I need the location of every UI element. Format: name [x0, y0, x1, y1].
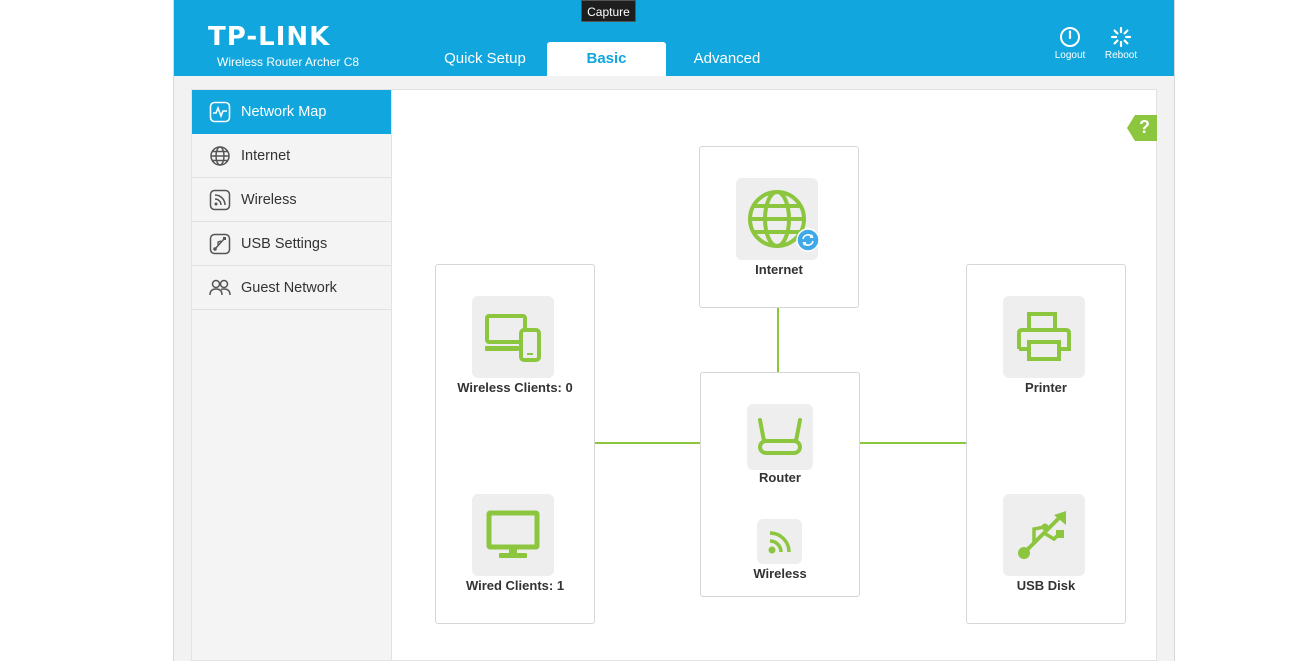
- wired-clients-tile[interactable]: [472, 494, 554, 576]
- connector-router-usb: [860, 442, 966, 444]
- sidebar-item-guest-network[interactable]: Guest Network: [192, 266, 391, 310]
- refresh-icon: [796, 228, 820, 252]
- sidebar: Network Map Internet Wireless USB Settin…: [191, 89, 392, 661]
- internet-label: Internet: [755, 262, 803, 277]
- capture-tooltip: Capture: [581, 0, 636, 22]
- power-icon: [1060, 27, 1080, 47]
- sidebar-item-label: USB Settings: [241, 235, 328, 252]
- connector-internet-router: [777, 307, 779, 372]
- sidebar-item-label: Guest Network: [241, 279, 337, 296]
- sidebar-item-label: Network Map: [241, 104, 327, 120]
- tab-basic[interactable]: Basic: [547, 42, 666, 76]
- wireless-clients-label: Wireless Clients: 0: [457, 380, 573, 395]
- reboot-icon: [1110, 26, 1132, 48]
- usb-icon: [1018, 511, 1066, 559]
- router-tile[interactable]: [747, 404, 813, 470]
- devices-icon: [485, 314, 541, 362]
- wireless-tile[interactable]: [757, 519, 802, 564]
- help-button[interactable]: ?: [1127, 115, 1157, 141]
- connector-clients-router: [595, 442, 700, 444]
- router-label: Router: [759, 470, 801, 485]
- wifi-icon: [768, 530, 791, 553]
- wired-clients-label: Wired Clients: 1: [465, 578, 565, 593]
- reboot-button[interactable]: Reboot: [1097, 26, 1145, 61]
- reboot-label: Reboot: [1104, 50, 1138, 61]
- sidebar-item-internet[interactable]: Internet: [192, 134, 391, 178]
- sidebar-item-wireless[interactable]: Wireless: [192, 178, 391, 222]
- logout-label: Logout: [1054, 50, 1086, 61]
- sidebar-item-label: Wireless: [241, 191, 297, 208]
- usb-disk-tile[interactable]: [1003, 494, 1085, 576]
- printer-icon: [1017, 312, 1071, 361]
- router-icon: [758, 418, 802, 455]
- printer-tile[interactable]: [1003, 296, 1085, 378]
- wireless-label: Wireless: [753, 566, 807, 581]
- help-label: ?: [1139, 117, 1150, 137]
- internet-tile[interactable]: [736, 178, 820, 260]
- sidebar-item-network-map[interactable]: Network Map: [192, 90, 391, 134]
- tab-quick-setup[interactable]: Quick Setup: [424, 42, 546, 76]
- sidebar-item-label: Internet: [241, 147, 291, 164]
- network-map-icon: [208, 100, 232, 124]
- logout-button[interactable]: Logout: [1046, 26, 1094, 61]
- router-model: Wireless Router Archer C8: [217, 55, 360, 69]
- usb-disk-label: USB Disk: [1016, 578, 1076, 593]
- printer-label: Printer: [1025, 380, 1067, 395]
- wireless-clients-tile[interactable]: [472, 296, 554, 378]
- usb-settings-icon: [208, 232, 232, 256]
- tp-link-logo: TP-LINK: [208, 22, 331, 52]
- sidebar-item-usb-settings[interactable]: USB Settings: [192, 222, 391, 266]
- monitor-icon: [486, 510, 540, 558]
- guest-network-icon: [208, 276, 232, 300]
- top-header: TP-LINK Wireless Router Archer C8 Quick …: [174, 0, 1174, 76]
- globe-icon: [208, 144, 232, 168]
- wireless-icon: [208, 188, 232, 212]
- tab-advanced[interactable]: Advanced: [666, 42, 788, 76]
